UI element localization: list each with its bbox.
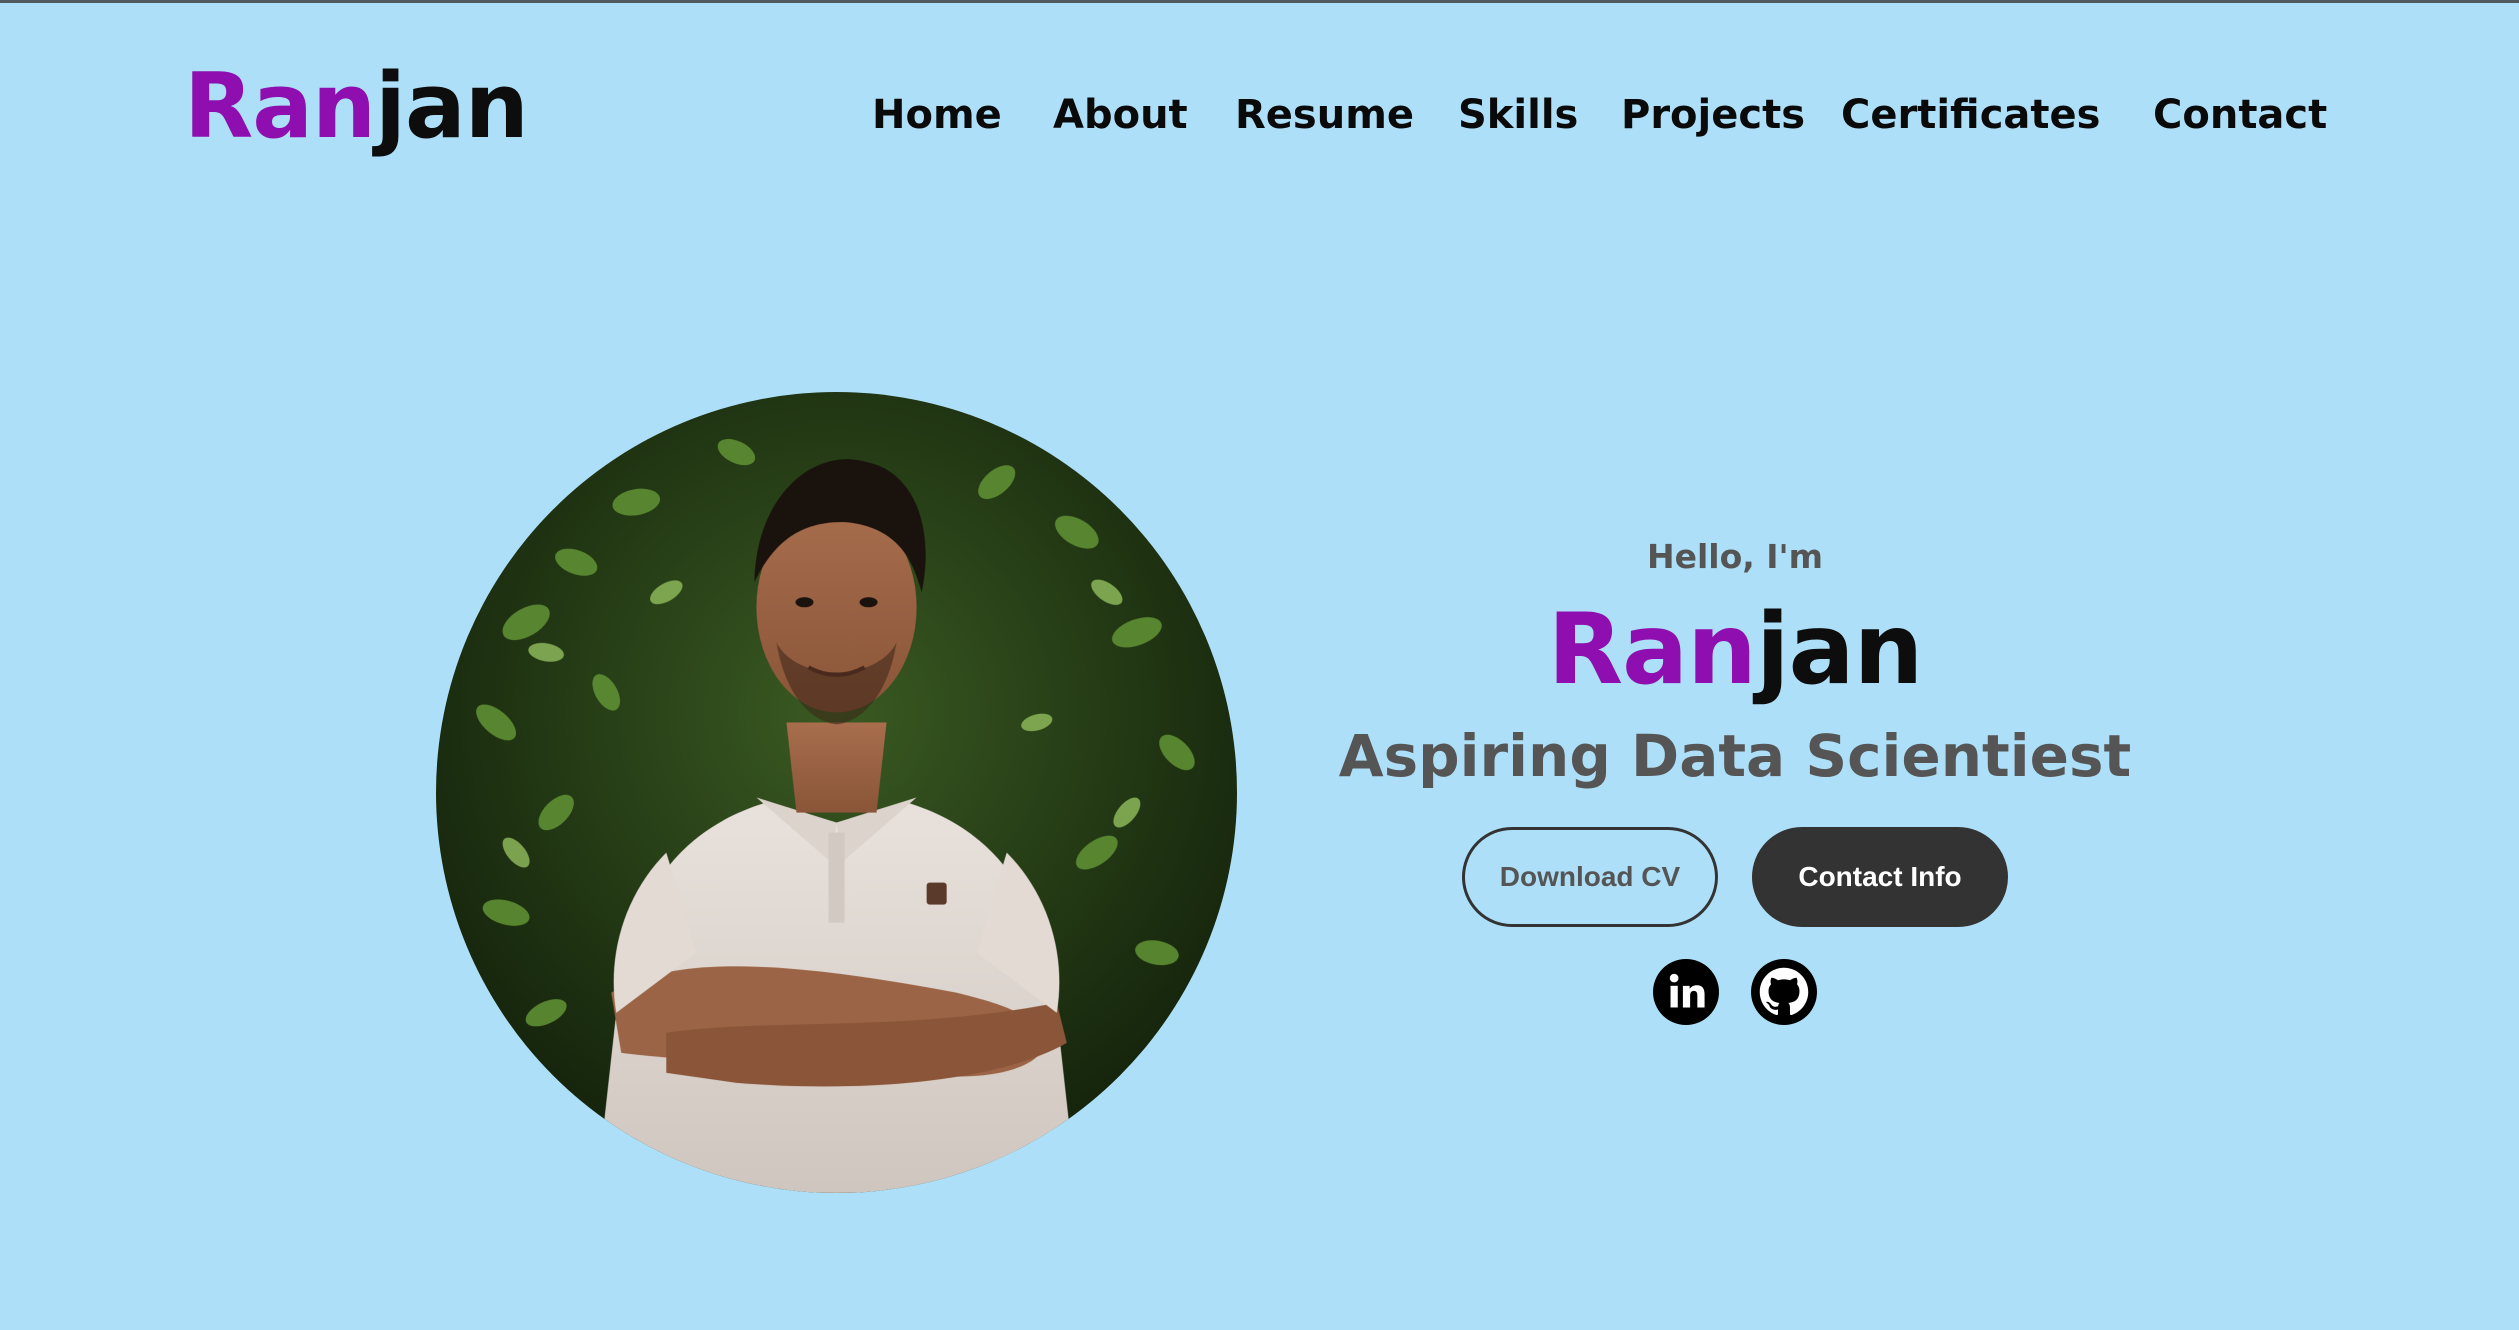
nav-skills[interactable]: Skills — [1458, 95, 1578, 135]
nav-projects[interactable]: Projects — [1621, 95, 1805, 135]
hero-buttons: Download CV Contact Info — [1330, 827, 2140, 927]
hero-subtitle: Aspiring Data Scientiest — [1338, 722, 2132, 790]
top-border — [0, 0, 2519, 3]
linkedin-icon[interactable] — [1653, 959, 1719, 1025]
github-icon[interactable] — [1751, 959, 1817, 1025]
download-cv-button[interactable]: Download CV — [1462, 827, 1718, 927]
nav-about[interactable]: About — [1053, 95, 1188, 135]
hero-section: Hello, I'm Ranjan Aspiring Data Scientie… — [1330, 540, 2140, 1025]
nav-certificates[interactable]: Certificates — [1841, 95, 2100, 135]
logo-rest-text: jan — [375, 54, 529, 159]
nav-home[interactable]: Home — [872, 95, 1002, 135]
contact-info-button[interactable]: Contact Info — [1752, 827, 2008, 927]
hero-name-rest: jan — [1755, 593, 1923, 707]
nav-resume[interactable]: Resume — [1235, 95, 1414, 135]
greeting-text: Hello, I'm — [1646, 537, 1824, 576]
site-logo[interactable]: Ranjan — [184, 62, 529, 152]
logo-accent-text: Ran — [184, 54, 376, 159]
hero-name: Ranjan — [1330, 601, 2140, 699]
nav-contact[interactable]: Contact — [2153, 95, 2327, 135]
social-links — [1330, 959, 2140, 1025]
hero-name-accent: Ran — [1547, 593, 1757, 707]
profile-photo — [436, 392, 1237, 1193]
